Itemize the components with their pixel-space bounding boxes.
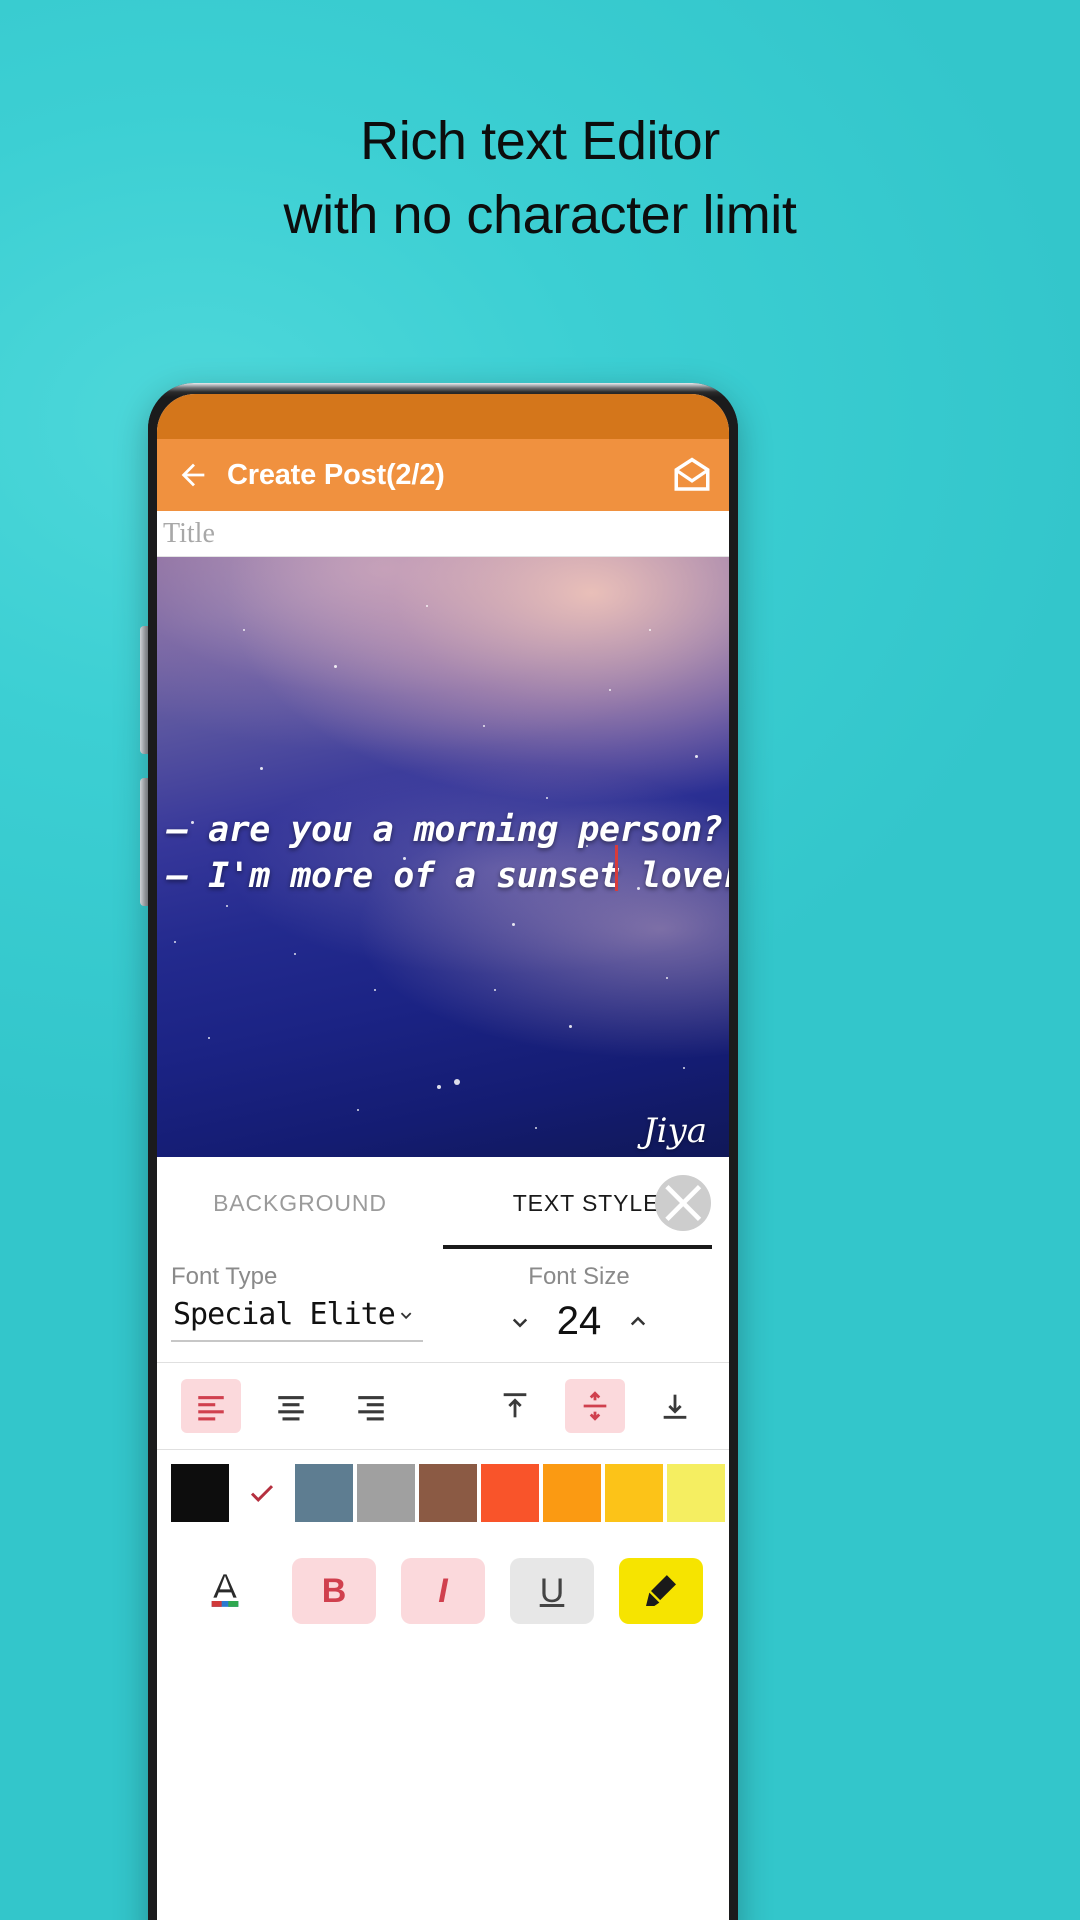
color-swatch[interactable] <box>605 1464 663 1522</box>
color-swatch[interactable] <box>419 1464 477 1522</box>
panel-close-button[interactable] <box>655 1175 711 1231</box>
font-size-value: 24 <box>556 1299 602 1343</box>
align-right-button[interactable] <box>341 1379 401 1433</box>
promo-headline: Rich text Editor with no character limit <box>0 104 1080 252</box>
signature-watermark: Jiya <box>643 1111 707 1151</box>
chevron-up-icon[interactable] <box>623 1307 653 1337</box>
highlight-button[interactable] <box>619 1558 703 1624</box>
italic-button[interactable]: I <box>401 1558 485 1624</box>
align-left-button[interactable] <box>181 1379 241 1433</box>
bold-label: B <box>321 1571 347 1610</box>
horizontal-align-group <box>181 1379 401 1433</box>
color-swatch[interactable] <box>481 1464 539 1522</box>
font-type-label: Font Type <box>171 1263 278 1290</box>
phone-screen: Create Post(2/2) Post Title <box>157 394 729 1920</box>
headline-line-2: with no character limit <box>283 185 797 245</box>
text-color-icon <box>211 1574 239 1607</box>
quote-line-1: – are you a morning person? <box>167 810 723 850</box>
status-bar <box>157 394 729 439</box>
color-swatch[interactable] <box>543 1464 601 1522</box>
underline-label: U <box>539 1571 565 1610</box>
arrow-left-icon <box>181 463 205 487</box>
align-right-icon <box>358 1396 384 1421</box>
phone-mockup: Create Post(2/2) Post Title <box>140 383 738 1920</box>
tab-active-underline <box>443 1245 712 1249</box>
panel-tabs: BACKGROUND TEXT STYLE <box>157 1157 729 1249</box>
chevron-down-icon[interactable] <box>505 1307 535 1337</box>
italic-label: I <box>438 1571 448 1610</box>
alignment-row <box>157 1362 729 1450</box>
quote-line-2: – I'm more of a sunset lover... <box>167 856 729 896</box>
font-size-label: Font Size <box>528 1263 630 1290</box>
tab-background[interactable]: BACKGROUND <box>157 1157 443 1249</box>
chevron-down-icon <box>400 1311 412 1319</box>
font-type-select[interactable]: Special Elite <box>171 1295 423 1342</box>
title-placeholder: Title <box>163 517 215 549</box>
color-swatch[interactable] <box>357 1464 415 1522</box>
font-size-stepper: 24 <box>443 1295 715 1344</box>
align-middle-icon <box>583 1391 607 1421</box>
close-icon <box>665 1185 702 1221</box>
color-swatch-row <box>157 1450 729 1536</box>
vertical-align-group <box>485 1379 705 1433</box>
check-icon <box>250 1485 274 1502</box>
font-controls-row: Font Type Special Elite Font Size 24 <box>157 1249 729 1344</box>
editor-panel: BACKGROUND TEXT STYLE Font Type Special … <box>157 1157 729 1646</box>
bold-button[interactable]: B <box>292 1558 376 1624</box>
app-bar: Create Post(2/2) Post <box>157 439 729 511</box>
page-title: Create Post(2/2) <box>227 458 445 491</box>
title-input[interactable]: Title <box>157 511 729 557</box>
font-type-value: Special Elite <box>173 1297 396 1332</box>
align-bottom-icon <box>663 1394 687 1419</box>
phone-bezel: Create Post(2/2) Post Title <box>148 383 738 1920</box>
font-type-group: Font Type Special Elite <box>171 1263 443 1344</box>
font-size-group: Font Size 24 <box>443 1263 715 1344</box>
align-middle-button[interactable] <box>565 1379 625 1433</box>
underline-button[interactable]: U <box>510 1558 594 1624</box>
text-caret <box>615 845 618 891</box>
color-swatch[interactable] <box>295 1464 353 1522</box>
align-center-button[interactable] <box>261 1379 321 1433</box>
color-swatch[interactable] <box>667 1464 725 1522</box>
post-canvas[interactable]: – are you a morning person? – I'm more o… <box>157 557 729 1157</box>
align-center-icon <box>278 1396 304 1421</box>
color-swatch-selected-check[interactable] <box>233 1464 291 1522</box>
align-top-icon <box>503 1393 527 1418</box>
envelope-open-icon[interactable] <box>671 454 713 496</box>
align-bottom-button[interactable] <box>645 1379 705 1433</box>
quote-text[interactable]: – are you a morning person? – I'm more o… <box>167 807 729 899</box>
headline-line-1: Rich text Editor <box>360 111 720 171</box>
highlighter-icon <box>646 1575 676 1606</box>
back-button[interactable] <box>171 453 215 497</box>
align-top-button[interactable] <box>485 1379 545 1433</box>
text-color-button[interactable] <box>183 1558 267 1624</box>
color-swatch[interactable] <box>171 1464 229 1522</box>
app-bar-actions: Post <box>671 454 729 496</box>
align-left-icon <box>198 1396 224 1421</box>
format-buttons-row: B I U <box>157 1536 729 1646</box>
